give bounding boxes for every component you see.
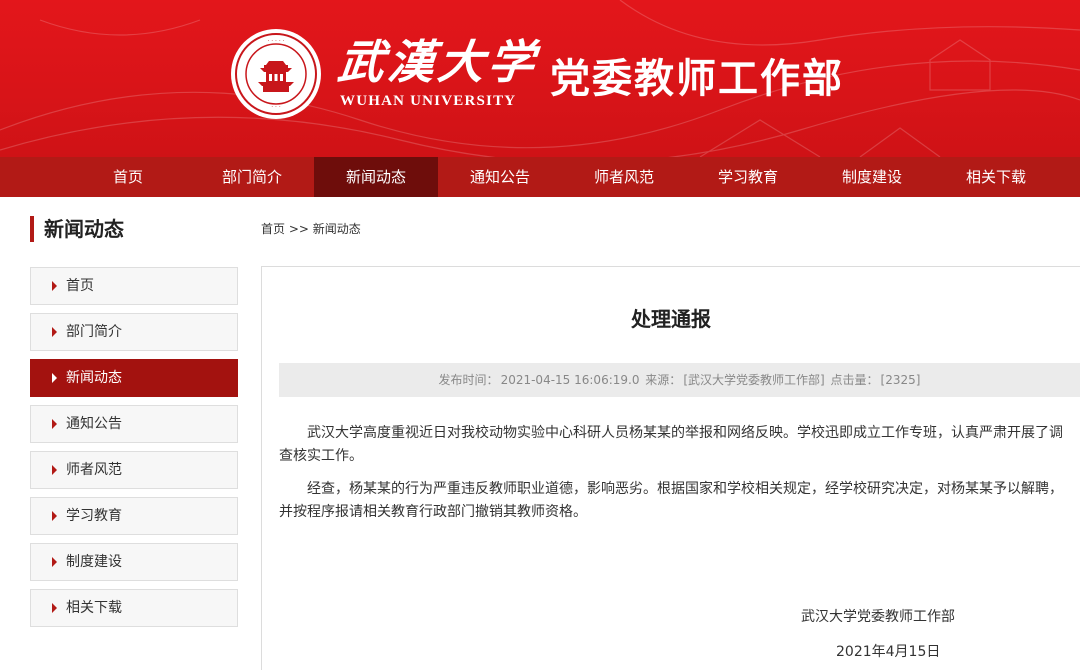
breadcrumb: 首页 >> 新闻动态 [261,220,361,237]
caret-right-icon [52,603,57,613]
article-title: 处理通报 [631,307,711,331]
university-english-name: WUHAN UNIVERSITY [340,93,517,109]
caret-right-icon [52,281,57,291]
nav-item-notices[interactable]: 通知公告 [438,157,562,197]
wuhan-university-emblem-icon[interactable]: · · · · · · · · [229,27,323,121]
nav-item-study[interactable]: 学习教育 [686,157,810,197]
views-label: 点击量： [830,373,879,387]
breadcrumb-current-link[interactable]: 新闻动态 [313,222,361,236]
view-count: [2325] [880,373,921,387]
publish-time-label: 发布时间： [438,373,499,387]
article-paragraph: 武汉大学高度重视近日对我校动物实验中心科研人员杨某某的举报和网络反映。学校迅即成… [279,425,1063,464]
sidebar-title: 新闻动态 [30,216,124,242]
sidebar-item-home[interactable]: 首页 [30,267,238,305]
sidebar-item-downloads[interactable]: 相关下载 [30,589,238,627]
header-decoration [0,0,1080,157]
svg-text:· · · · ·: · · · · · [267,38,284,45]
university-calligraphy-logo: 武漢大学 [335,35,541,89]
article-signature-date: 2021年4月15日 [836,644,941,660]
sidebar-item-about[interactable]: 部门简介 [30,313,238,351]
sidebar-item-notices[interactable]: 通知公告 [30,405,238,443]
article-paragraph: 经查，杨某某的行为严重违反教师职业道德，影响恶劣。根据国家和学校相关规定，经学校… [279,481,1063,520]
caret-right-icon [52,327,57,337]
source: [武汉大学党委教师工作部] [683,373,825,387]
sidebar-item-label: 首页 [66,278,94,294]
nav-item-downloads[interactable]: 相关下载 [934,157,1058,197]
article-meta-bar: 发布时间： 2021-04-15 16:06:19.0 来源： [武汉大学党委教师工… [279,363,1080,397]
sidebar-item-label: 新闻动态 [66,370,122,386]
article-signature-org: 武汉大学党委教师工作部 [801,609,955,625]
sidebar-item-study[interactable]: 学习教育 [30,497,238,535]
article-body: 武汉大学高度重视近日对我校动物实验中心科研人员杨某某的举报和网络反映。学校迅即成… [279,422,1074,534]
caret-right-icon [52,373,57,383]
sidebar-item-label: 部门简介 [66,324,122,340]
caret-right-icon [52,557,57,567]
caret-right-icon [52,419,57,429]
nav-item-regulations[interactable]: 制度建设 [810,157,934,197]
nav-item-news[interactable]: 新闻动态 [314,157,438,197]
sidebar-item-label: 制度建设 [66,554,122,570]
main-navigation: 首页 部门简介 新闻动态 通知公告 师者风范 学习教育 制度建设 相关下载 [0,157,1080,197]
caret-right-icon [52,465,57,475]
site-title: 党委教师工作部 [550,56,844,102]
sidebar-item-teachers[interactable]: 师者风范 [30,451,238,489]
nav-item-home[interactable]: 首页 [66,157,190,197]
source-label: 来源： [645,373,682,387]
breadcrumb-separator: >> [288,222,309,236]
sidebar-item-label: 相关下载 [66,600,122,616]
nav-item-about[interactable]: 部门简介 [190,157,314,197]
publish-time: 2021-04-15 16:06:19.0 [500,373,640,387]
svg-text:· · ·: · · · [271,104,281,111]
sidebar-item-label: 通知公告 [66,416,122,432]
breadcrumb-home-link[interactable]: 首页 [261,222,285,236]
sidebar-item-news[interactable]: 新闻动态 [30,359,238,397]
sidebar-item-label: 学习教育 [66,508,122,524]
sidebar-item-label: 师者风范 [66,462,122,478]
site-header: · · · · · · · · 武漢大学 WUHAN UNIVERSITY 党委… [0,0,1080,157]
nav-item-teachers[interactable]: 师者风范 [562,157,686,197]
caret-right-icon [52,511,57,521]
sidebar-item-regulations[interactable]: 制度建设 [30,543,238,581]
